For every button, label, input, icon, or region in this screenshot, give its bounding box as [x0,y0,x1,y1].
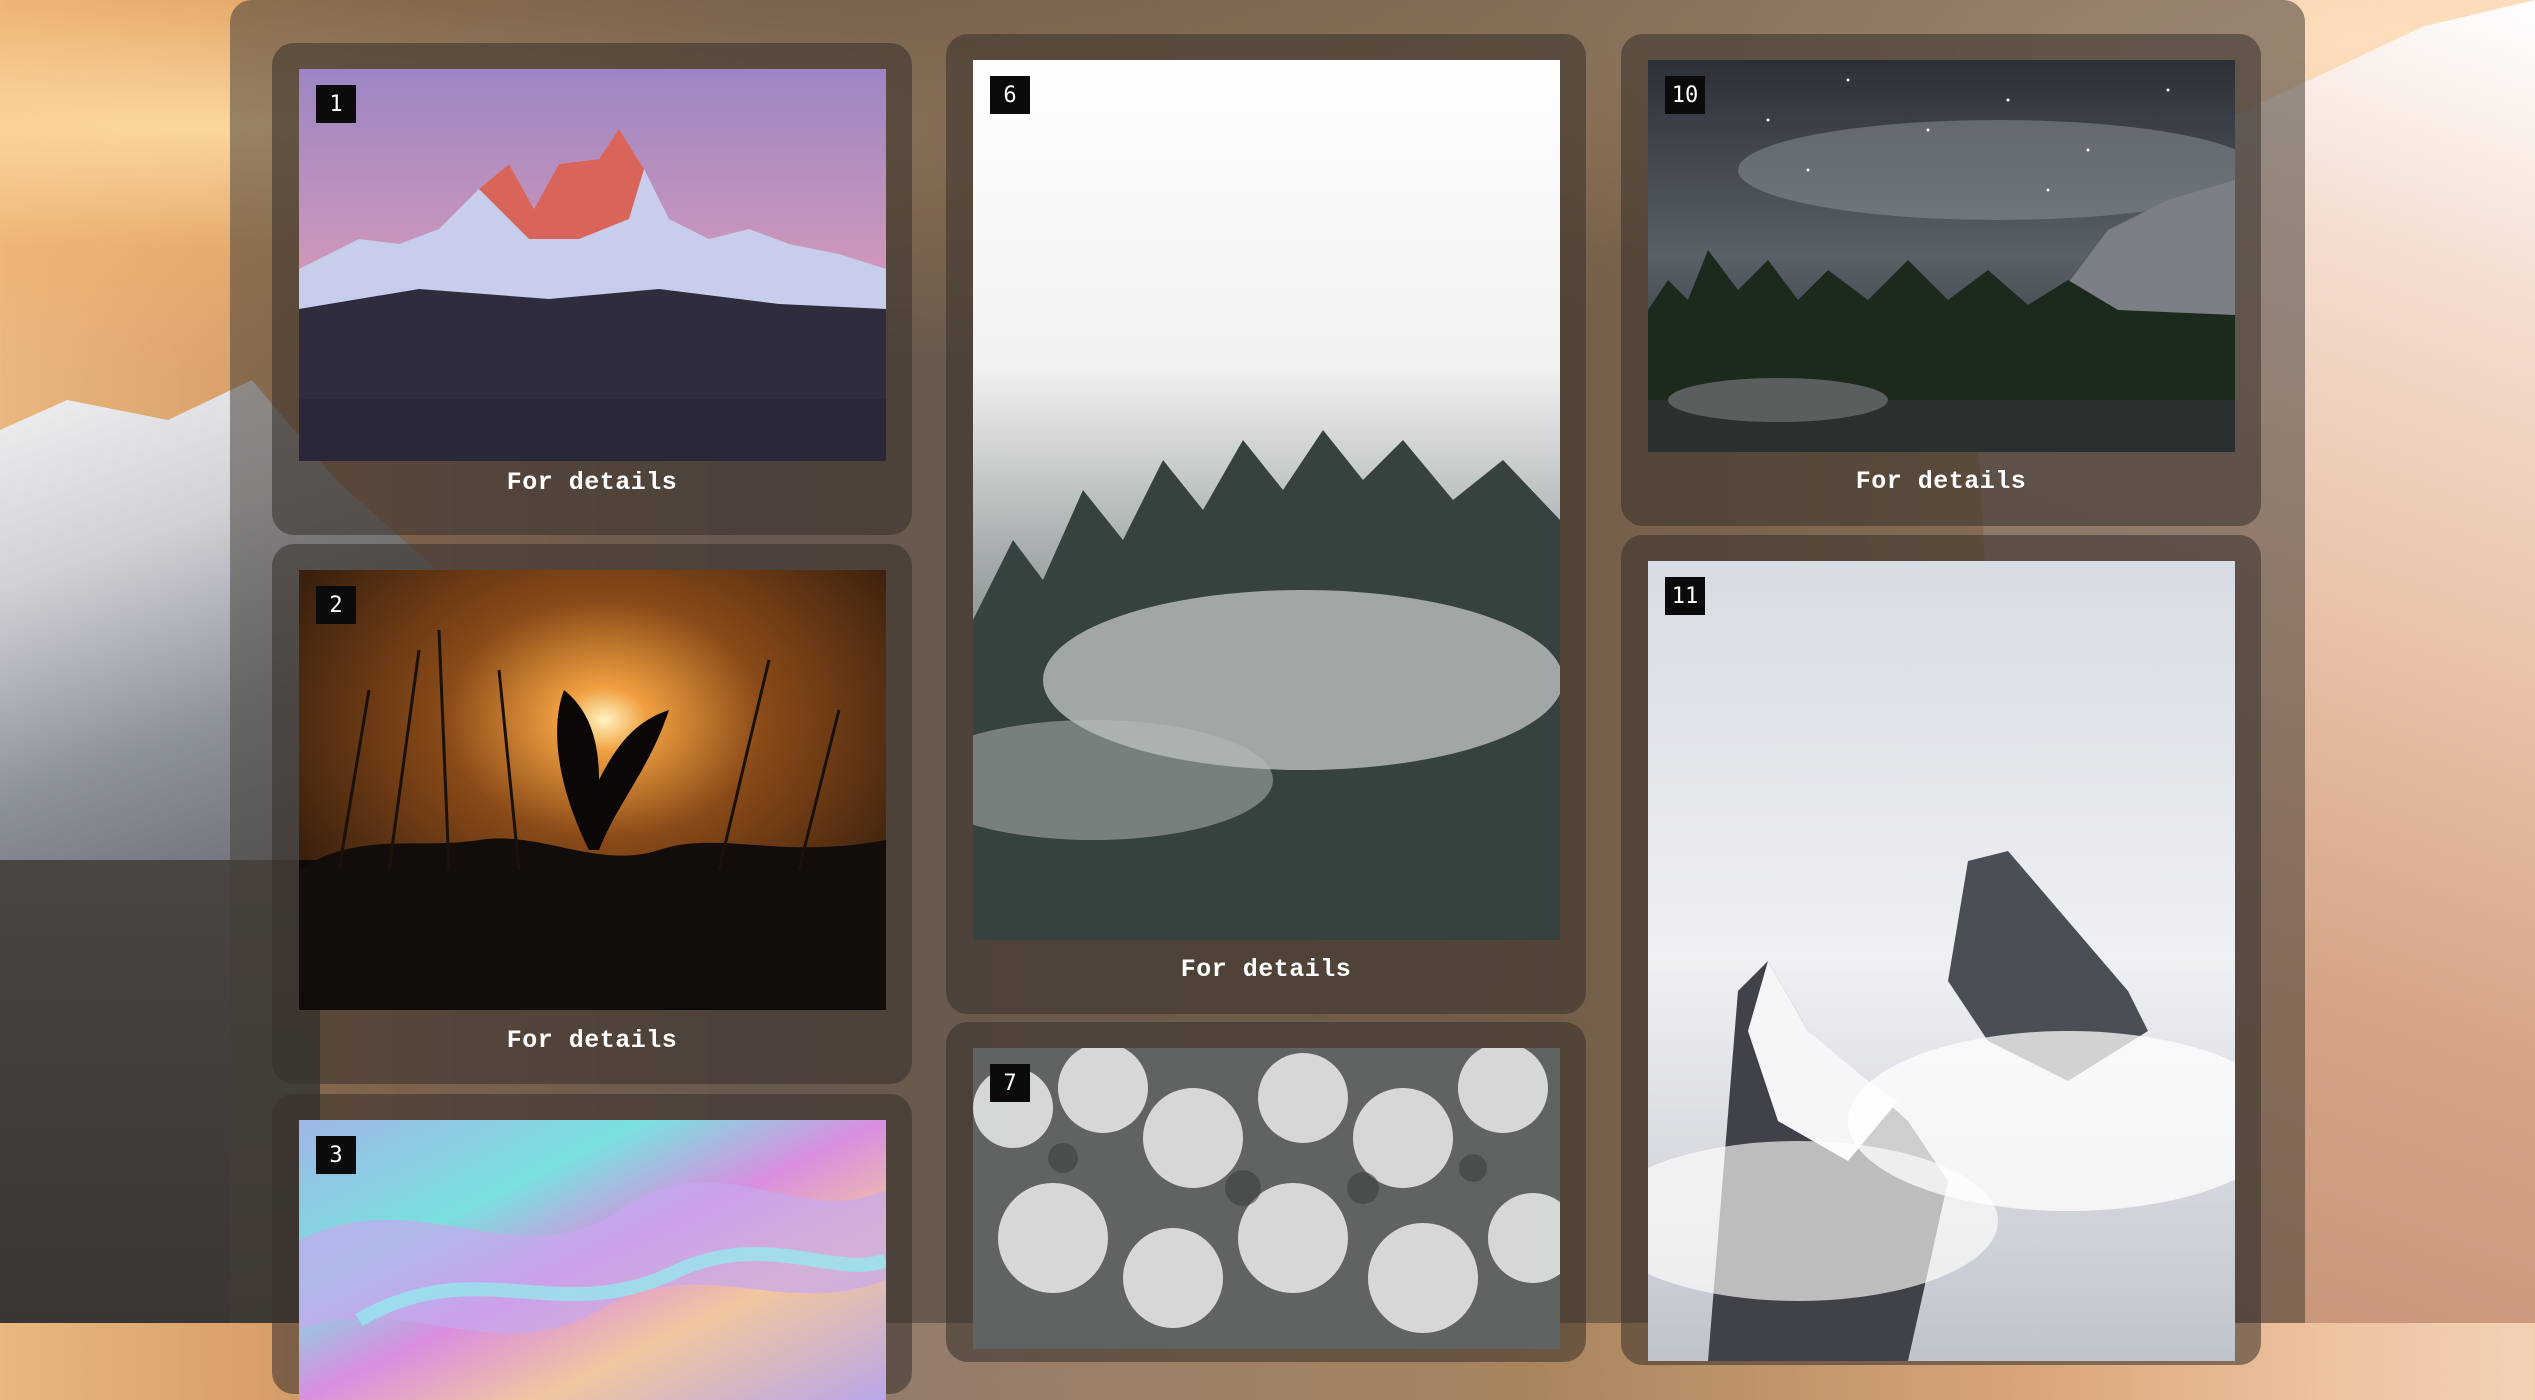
gallery-card[interactable]: 3 [272,1094,912,1400]
for-details-link[interactable]: For details [946,955,1586,984]
for-details-link[interactable]: For details [272,468,912,497]
card-image[interactable]: 2 [299,570,886,1010]
card-number-badge: 1 [316,85,356,123]
card-image[interactable]: 7 [973,1048,1560,1349]
card-image[interactable]: 6 [973,60,1560,940]
card-number-badge: 10 [1665,76,1705,114]
card-image[interactable]: 3 [299,1120,886,1400]
gallery-card[interactable]: 1 For details [272,43,912,535]
card-number-badge: 7 [990,1064,1030,1102]
gallery-card[interactable]: 11 [1621,535,2261,1365]
card-number-badge: 2 [316,586,356,624]
card-number-badge: 6 [990,76,1030,114]
card-image[interactable]: 10 [1648,60,2235,452]
gallery-card[interactable]: 6 For details [946,34,1586,1014]
for-details-link[interactable]: For details [272,1026,912,1055]
gallery-card[interactable]: 2 For details [272,544,912,1084]
gallery-card[interactable]: 7 [946,1022,1586,1362]
card-number-badge: 11 [1665,577,1705,615]
card-image[interactable]: 11 [1648,561,2235,1361]
gallery-card[interactable]: 10 For details [1621,34,2261,526]
card-number-badge: 3 [316,1136,356,1174]
card-image[interactable]: 1 [299,69,886,461]
for-details-link[interactable]: For details [1621,467,2261,496]
